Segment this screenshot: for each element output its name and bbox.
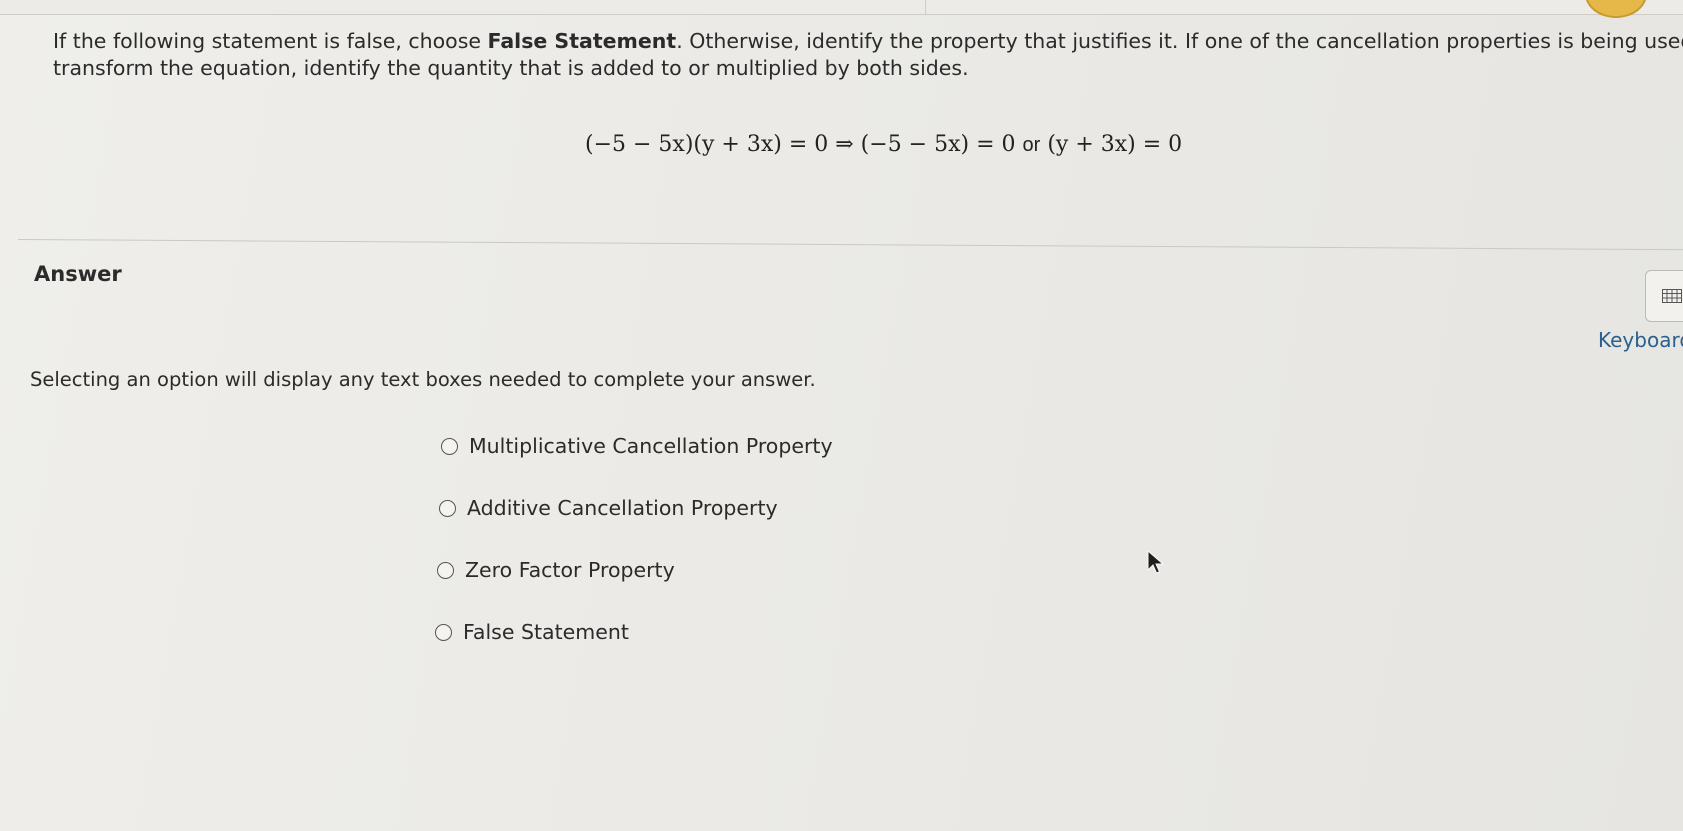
question-line-1: If the following statement is false, cho… bbox=[53, 28, 1683, 55]
radio-button[interactable] bbox=[435, 623, 452, 641]
radio-button[interactable] bbox=[437, 561, 454, 579]
keyboard-button[interactable] bbox=[1645, 270, 1683, 322]
equation-left: (−5 − 5x)(y + 3x) = 0 ⇒ (−5 − 5x) = 0 bbox=[585, 132, 1016, 157]
question-page: If the following statement is false, cho… bbox=[0, 0, 1683, 831]
keyboard-link[interactable]: Keyboard bbox=[1598, 328, 1683, 352]
option-zero-factor[interactable]: Zero Factor Property bbox=[437, 558, 675, 582]
option-multiplicative-cancellation[interactable]: Multiplicative Cancellation Property bbox=[441, 434, 833, 458]
question-line-1-bold: False Statement bbox=[487, 29, 677, 53]
question-line-1-suffix: . Otherwise, identify the property that … bbox=[676, 29, 1683, 53]
keyboard-icon bbox=[1662, 289, 1682, 303]
question-line-1-prefix: If the following statement is false, cho… bbox=[53, 29, 488, 53]
question-line-2: transform the equation, identify the qua… bbox=[53, 56, 969, 80]
option-label[interactable]: Multiplicative Cancellation Property bbox=[469, 434, 833, 458]
option-label[interactable]: False Statement bbox=[463, 620, 629, 644]
radio-button[interactable] bbox=[439, 499, 456, 517]
option-label[interactable]: Zero Factor Property bbox=[465, 558, 675, 582]
top-bar bbox=[0, 0, 1683, 15]
top-bar-divider bbox=[925, 0, 926, 14]
option-label[interactable]: Additive Cancellation Property bbox=[467, 496, 778, 520]
answer-instruction: Selecting an option will display any tex… bbox=[30, 368, 816, 391]
equation-right: (y + 3x) = 0 bbox=[1047, 132, 1183, 157]
avatar[interactable] bbox=[1585, 0, 1647, 18]
equation-or: or bbox=[1022, 134, 1041, 156]
option-additive-cancellation[interactable]: Additive Cancellation Property bbox=[439, 496, 778, 520]
question-prompt: If the following statement is false, cho… bbox=[53, 28, 1683, 82]
mouse-cursor-icon bbox=[1147, 550, 1165, 574]
section-divider bbox=[17, 239, 1683, 251]
equation: (−5 − 5x)(y + 3x) = 0 ⇒ (−5 − 5x) = 0 or… bbox=[585, 132, 1182, 157]
answer-heading: Answer bbox=[34, 262, 122, 286]
radio-button[interactable] bbox=[441, 437, 458, 455]
option-false-statement[interactable]: False Statement bbox=[435, 620, 629, 644]
